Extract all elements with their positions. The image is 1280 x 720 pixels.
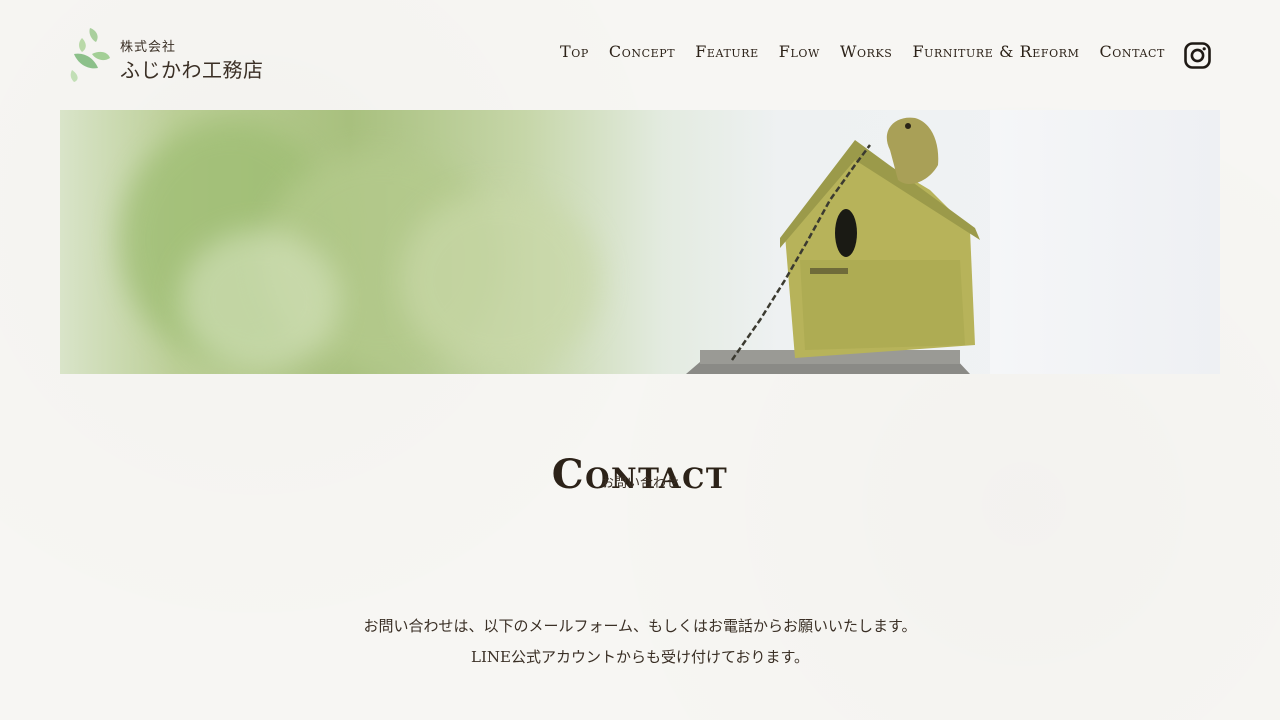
intro-line-2: LINE公式アカウントからも受け付けております。 <box>470 648 809 666</box>
main-nav: Top Concept Feature Flow Works Furniture… <box>540 42 1165 61</box>
nav-item-feature[interactable]: Feature <box>695 42 759 61</box>
intro-line-1: お問い合わせは、以下のメールフォーム、もしくはお電話からお願いいたします。 <box>363 617 917 635</box>
nav-item-flow[interactable]: Flow <box>779 42 820 61</box>
site-logo[interactable]: 株式会社 ふじかわ工務店 <box>68 24 268 84</box>
contact-intro: お問い合わせは、以下のメールフォーム、もしくはお電話からお願いいたします。 LI… <box>0 611 1280 673</box>
page-subtitle: お問い合わせ <box>600 476 679 491</box>
logo-company-name: ふじかわ工務店 <box>120 58 264 82</box>
hero-image <box>60 110 1220 374</box>
nav-item-concept[interactable]: Concept <box>609 42 675 61</box>
nav-item-furniture-reform[interactable]: Furniture & Reform <box>912 42 1079 61</box>
birdhouse-illustration <box>686 117 980 374</box>
nav-item-works[interactable]: Works <box>840 42 893 61</box>
leaf-logo-icon <box>70 28 110 82</box>
nav-item-contact[interactable]: Contact <box>1099 42 1165 61</box>
site-header: 株式会社 ふじかわ工務店 Top Concept Feature Flow Wo… <box>0 0 1280 110</box>
logo-company-type: 株式会社 <box>120 40 177 55</box>
instagram-icon[interactable] <box>1184 42 1211 69</box>
nav-item-top[interactable]: Top <box>560 42 589 61</box>
